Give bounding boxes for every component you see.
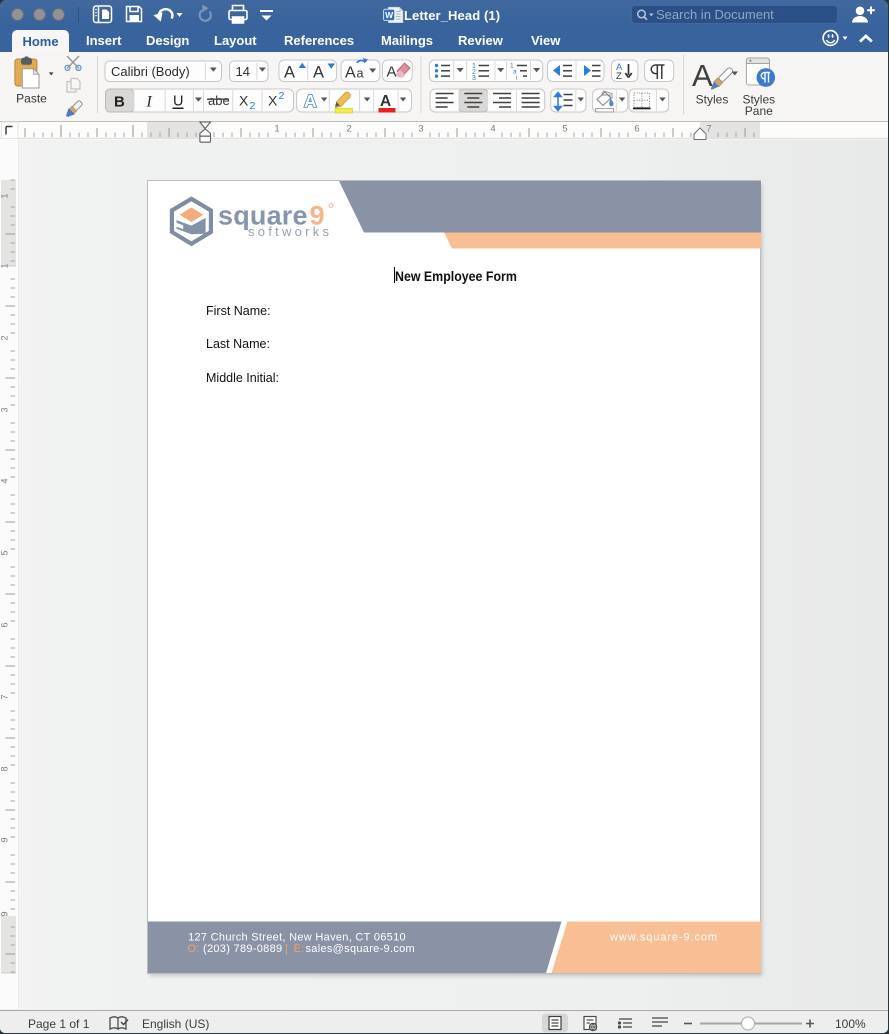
svg-text:4: 4 bbox=[490, 124, 495, 135]
svg-text:127 Church Street, New Haven,: 127 Church Street, New Haven, CT 06510 bbox=[188, 932, 406, 944]
svg-text:1: 1 bbox=[274, 124, 279, 135]
svg-text:A: A bbox=[380, 93, 391, 110]
svg-text:Calibri (Body): Calibri (Body) bbox=[111, 64, 190, 79]
svg-text:2: 2 bbox=[250, 100, 256, 112]
svg-text:2: 2 bbox=[346, 124, 351, 135]
svg-text:3: 3 bbox=[418, 124, 423, 135]
svg-text:5: 5 bbox=[562, 124, 567, 135]
svg-text:X: X bbox=[268, 93, 278, 109]
svg-text:O:: O: bbox=[188, 943, 200, 955]
svg-text:7: 7 bbox=[0, 694, 10, 699]
svg-text:A: A bbox=[692, 58, 713, 93]
svg-text:www.square-9.com: www.square-9.com bbox=[609, 932, 718, 944]
svg-text:|: | bbox=[285, 943, 288, 955]
svg-text:6: 6 bbox=[634, 124, 639, 135]
svg-text:a: a bbox=[357, 67, 364, 81]
svg-text:i: i bbox=[516, 75, 517, 82]
svg-text:2: 2 bbox=[0, 335, 10, 340]
svg-text:9: 9 bbox=[0, 911, 10, 916]
svg-text:4: 4 bbox=[0, 478, 10, 483]
svg-text:sales@square-9.com: sales@square-9.com bbox=[306, 943, 416, 955]
svg-text:B: B bbox=[114, 94, 125, 111]
svg-text:A: A bbox=[313, 64, 324, 82]
svg-text:8: 8 bbox=[0, 766, 10, 771]
svg-text:1: 1 bbox=[0, 263, 10, 268]
svg-text:7: 7 bbox=[706, 124, 711, 135]
svg-text:X: X bbox=[239, 93, 249, 109]
svg-text:5: 5 bbox=[0, 550, 10, 555]
svg-text:Styles: Styles bbox=[696, 93, 729, 107]
svg-text:Z: Z bbox=[616, 71, 622, 82]
svg-text:Pane: Pane bbox=[745, 104, 773, 118]
svg-text:A: A bbox=[345, 65, 356, 82]
svg-text:Paste: Paste bbox=[16, 92, 47, 106]
svg-text:3: 3 bbox=[472, 75, 476, 82]
svg-text:U: U bbox=[173, 94, 183, 110]
svg-text:3: 3 bbox=[0, 407, 10, 412]
svg-text:(203) 789-0889: (203) 789-0889 bbox=[203, 943, 282, 955]
svg-text:softworks: softworks bbox=[248, 224, 330, 239]
svg-text:6: 6 bbox=[0, 622, 10, 627]
svg-text:A: A bbox=[387, 64, 397, 81]
svg-text:2: 2 bbox=[279, 90, 285, 102]
svg-text:abe: abe bbox=[208, 93, 230, 108]
svg-text:W: W bbox=[385, 10, 394, 20]
svg-text:1: 1 bbox=[0, 193, 10, 198]
svg-text:A: A bbox=[304, 91, 317, 111]
svg-text:A: A bbox=[284, 64, 295, 82]
svg-text:E:: E: bbox=[294, 943, 305, 955]
svg-text:9: 9 bbox=[0, 837, 10, 842]
svg-text:I: I bbox=[146, 94, 153, 111]
svg-text:14: 14 bbox=[236, 64, 250, 79]
